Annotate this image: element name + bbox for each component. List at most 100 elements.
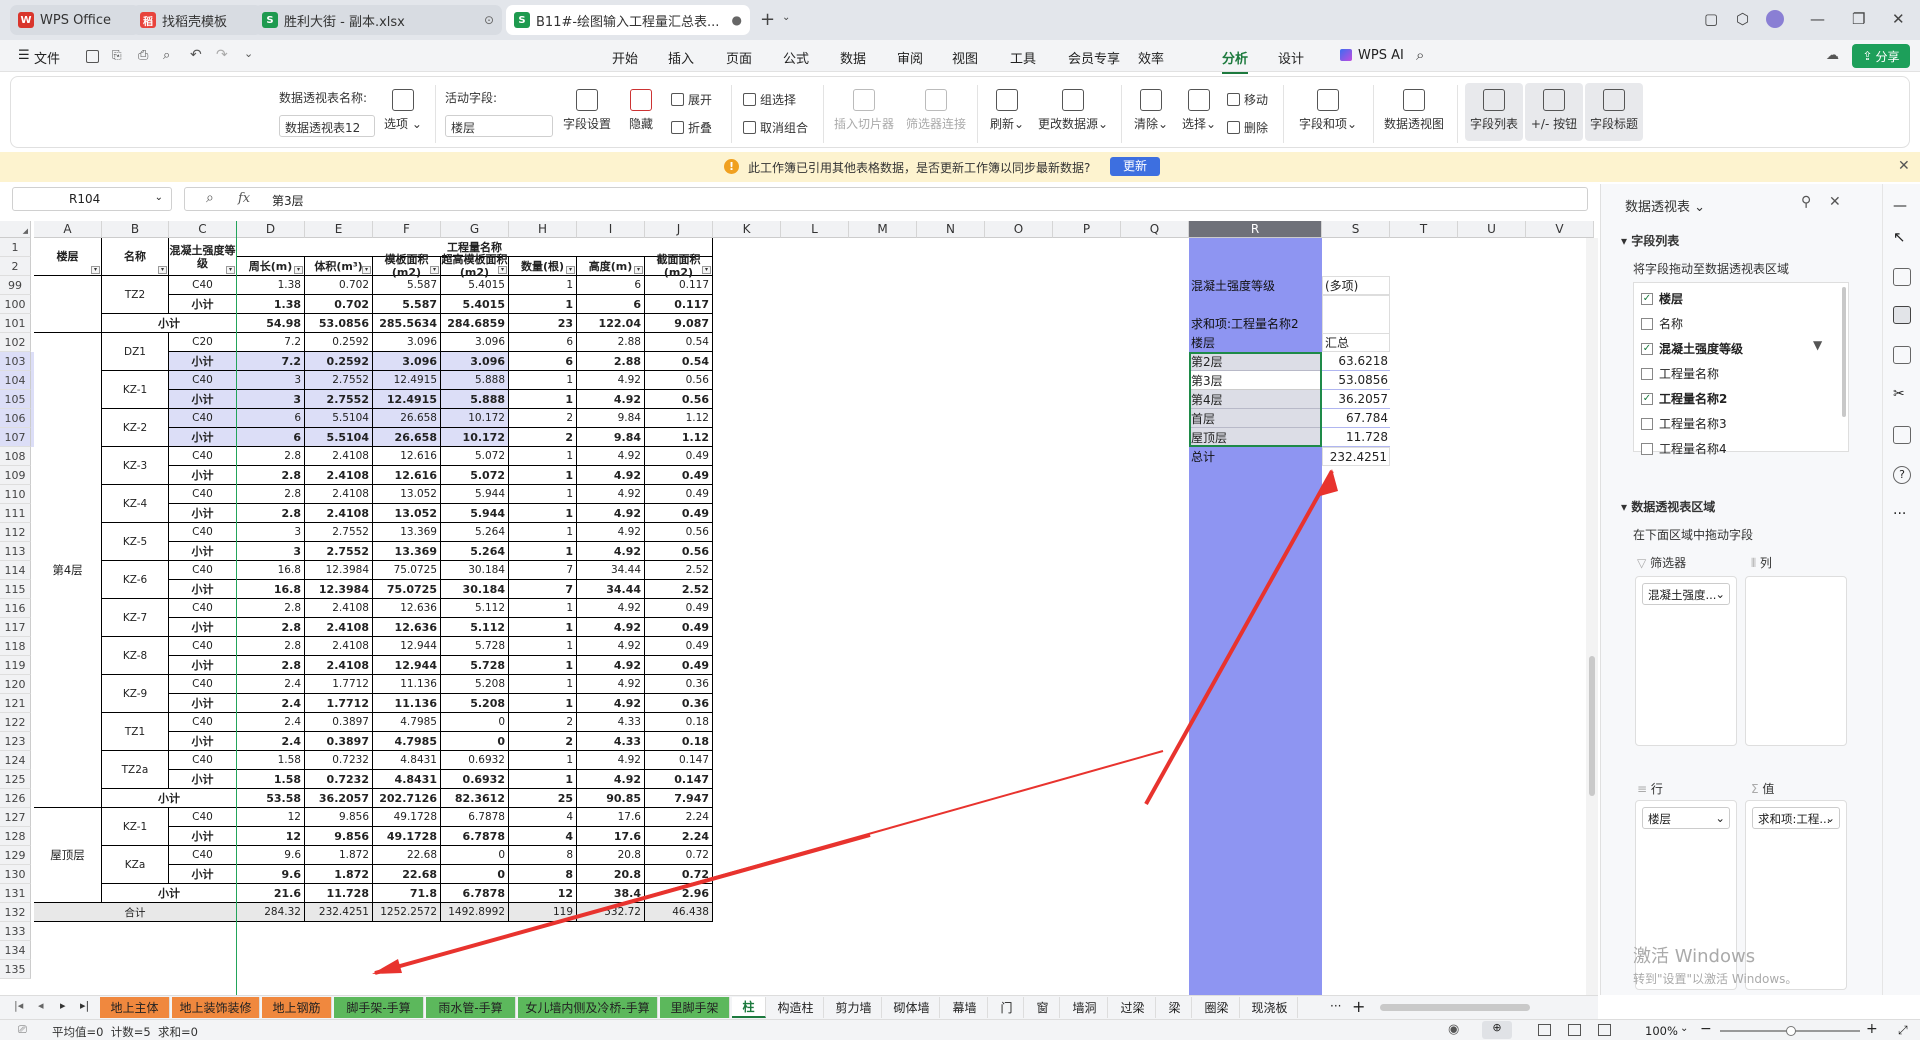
panel-title[interactable]: 数据透视表 ⌄ (1625, 196, 1705, 215)
value-cell[interactable]: 1 (509, 694, 577, 713)
row-header[interactable]: 101 (0, 314, 31, 333)
value-cell[interactable]: 7.2 (237, 352, 305, 371)
pivot-filter-value[interactable]: (多项) (1322, 276, 1390, 295)
value-cell[interactable]: 53.0856 (305, 314, 373, 333)
value-cell[interactable]: 9.84 (577, 428, 645, 447)
sheet-tab[interactable]: 现浇板 (1242, 997, 1298, 1018)
value-cell[interactable]: 6 (577, 276, 645, 295)
column-header-A[interactable]: A (34, 221, 102, 238)
window-tab-2[interactable]: S 胜利大街 - 副本.xlsx ⊙ (254, 5, 502, 35)
row-header[interactable]: 104 (0, 371, 31, 390)
filter-dropdown-icon[interactable]: ▾ (634, 266, 643, 274)
value-cell[interactable]: 9.087 (645, 314, 713, 333)
value-cell[interactable]: 6 (509, 352, 577, 371)
pivot-filter-label[interactable]: 混凝土强度等级 (1189, 276, 1322, 295)
zoom-chevron-icon[interactable]: ⌄ (1680, 1023, 1688, 1034)
row-header[interactable]: 118 (0, 637, 31, 656)
save-icon[interactable] (86, 50, 99, 63)
row-header[interactable]: 132 (0, 903, 31, 922)
value-cell[interactable]: 4.92 (577, 637, 645, 656)
value-cell[interactable]: 26.658 (373, 409, 441, 428)
value-cell[interactable]: 2.7552 (305, 542, 373, 561)
value-cell[interactable]: 5.587 (373, 295, 441, 314)
value-cell[interactable]: 285.5634 (373, 314, 441, 333)
value-cell[interactable]: 34.44 (577, 561, 645, 580)
pin-icon[interactable]: ⚲ (1801, 194, 1811, 210)
value-cell[interactable]: 2.8 (237, 466, 305, 485)
grade-cell[interactable]: C40 (169, 675, 237, 694)
value-cell[interactable]: 7.2 (237, 333, 305, 352)
pivot-sum-label[interactable]: 求和项:工程量名称2 (1189, 314, 1322, 333)
value-cell[interactable]: 5.888 (441, 371, 509, 390)
value-cell[interactable]: 0.49 (645, 618, 713, 637)
column-header-C[interactable]: C (169, 221, 237, 238)
value-cell[interactable]: 0.36 (645, 694, 713, 713)
plus-minus-buttons-button[interactable]: +/- 按钮 (1525, 83, 1583, 141)
value-cell[interactable]: 2.8 (237, 656, 305, 675)
value-cell[interactable]: 532.72 (577, 903, 645, 922)
quick-access-chevron-icon[interactable]: ⌄ (244, 47, 253, 60)
spreadsheet-grid[interactable]: ◢ ABCDEFGHIJKLMNOPQRSTUV 1 2 99 100 101 102 10… (0, 221, 1598, 995)
sheet-tab[interactable]: 墙洞 (1062, 997, 1108, 1018)
grade-cell[interactable]: 小计 (169, 618, 237, 637)
value-cell[interactable]: 2.4108 (305, 447, 373, 466)
row-header[interactable]: 114 (0, 561, 31, 580)
sheet-tab[interactable]: 地上钢筋 (262, 997, 332, 1018)
analysis-icon[interactable] (1893, 346, 1911, 364)
value-cell[interactable]: 202.7126 (373, 789, 441, 808)
filter-zone-chip[interactable]: 混凝土强度... ⌄ (1642, 583, 1730, 605)
field-checkbox[interactable]: ✓ (1641, 292, 1653, 305)
field-list-scrollbar[interactable] (1842, 287, 1846, 417)
field-checkbox[interactable] (1641, 442, 1653, 455)
more-icon[interactable]: ··· (1893, 506, 1911, 524)
value-cell[interactable]: 0 (441, 732, 509, 751)
value-cell[interactable]: 2.4108 (305, 618, 373, 637)
value-cell[interactable]: 4.92 (577, 485, 645, 504)
value-cell[interactable]: 2.4 (237, 675, 305, 694)
column-header-P[interactable]: P (1053, 221, 1121, 238)
value-cell[interactable]: 2.52 (645, 580, 713, 599)
value-cell[interactable]: 54.98 (237, 314, 305, 333)
value-cell[interactable]: 9.856 (305, 827, 373, 846)
column-header-K[interactable]: K (713, 221, 781, 238)
value-cell[interactable]: 0.117 (645, 295, 713, 314)
sheet-tab[interactable]: 地上装饰装修 (172, 997, 260, 1018)
value-cell[interactable]: 2 (509, 713, 577, 732)
value-cell[interactable]: 82.3612 (441, 789, 509, 808)
filter-zone[interactable]: 混凝土强度... ⌄ (1635, 576, 1737, 746)
field-header-button[interactable]: 字段标题 (1585, 83, 1643, 141)
sheet-tab[interactable]: 地上主体 (100, 997, 170, 1018)
row-header[interactable]: 2 (0, 257, 31, 276)
row-header[interactable]: 107 (0, 428, 31, 447)
column-header-F[interactable]: F (373, 221, 441, 238)
value-cell[interactable]: 1252.2572 (373, 903, 441, 922)
value-cell[interactable]: 26.658 (373, 428, 441, 447)
row-header[interactable]: 103 (0, 352, 31, 371)
value-cell[interactable]: 0.49 (645, 637, 713, 656)
value-cell[interactable]: 2.4108 (305, 504, 373, 523)
active-field-input[interactable]: 楼层 (445, 115, 553, 137)
value-cell[interactable]: 38.4 (577, 884, 645, 903)
row-header[interactable]: 109 (0, 466, 31, 485)
value-cell[interactable]: 8 (509, 846, 577, 865)
print-preview-icon[interactable]: ⌕ (163, 48, 170, 63)
search-icon[interactable]: ⌕ (1416, 46, 1424, 64)
value-cell[interactable]: 12.616 (373, 466, 441, 485)
value-cell[interactable]: 4.92 (577, 675, 645, 694)
zoom-slider-thumb[interactable] (1786, 1026, 1796, 1036)
grade-cell[interactable]: 小计 (169, 827, 237, 846)
value-cell[interactable]: 2.4108 (305, 656, 373, 675)
move-button[interactable]: 移动 (1227, 91, 1268, 108)
sheet-tab[interactable]: 梁 (1158, 997, 1192, 1018)
value-cell[interactable]: 2.24 (645, 827, 713, 846)
value-cell[interactable]: 0.72 (645, 846, 713, 865)
field-list-button[interactable]: 字段列表 (1465, 83, 1523, 141)
collapse-panel-icon[interactable]: — (1893, 198, 1911, 216)
value-cell[interactable]: 0.49 (645, 485, 713, 504)
row-header[interactable]: 122 (0, 713, 31, 732)
value-cell[interactable]: 12.4915 (373, 371, 441, 390)
value-cell[interactable]: 0.72 (645, 865, 713, 884)
column-header-B[interactable]: B (102, 221, 169, 238)
zoom-level[interactable]: 100% (1645, 1024, 1678, 1038)
value-cell[interactable]: 0.56 (645, 542, 713, 561)
